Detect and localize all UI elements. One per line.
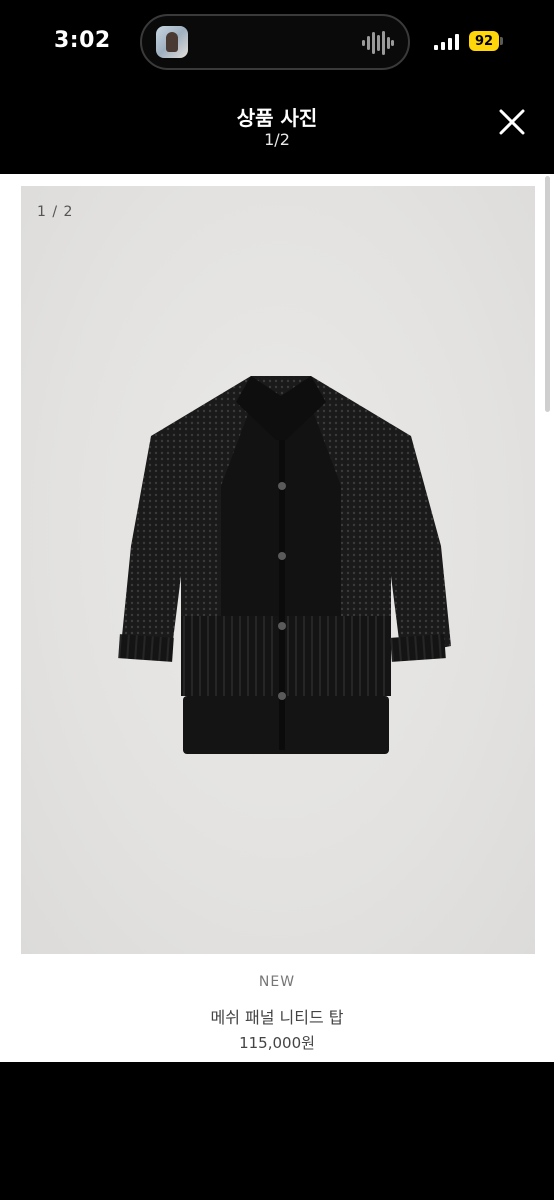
cardigan-image [118,376,451,754]
scrollbar[interactable] [545,176,550,412]
battery-icon: 92 [469,31,499,51]
viewer-header: 상품 사진 1/2 [0,84,554,174]
product-tag: NEW [258,974,296,990]
status-time: 3:02 [54,28,111,53]
product-price: 115,000원 [239,1034,315,1052]
waveform-icon [362,31,394,55]
product-name: 메쉬 패널 니티드 탑 [210,1008,344,1027]
image-counter: 1/2 [264,130,290,149]
status-bar: 3:02 92 [0,0,554,84]
signal-icon [434,34,459,50]
now-playing-thumbnail [156,26,188,58]
product-photo[interactable]: 1 / 2 [21,186,535,954]
product-panel[interactable]: 1 / 2 NEW 메쉬 패널 니티드 탑 115,000원 [0,174,554,1062]
close-icon[interactable] [494,104,530,140]
page-title: 상품 사진 [236,106,318,130]
battery-tip [500,37,503,45]
battery-level: 92 [474,33,494,49]
photo-counter: 1 / 2 [37,204,74,220]
dynamic-island[interactable] [140,14,410,70]
